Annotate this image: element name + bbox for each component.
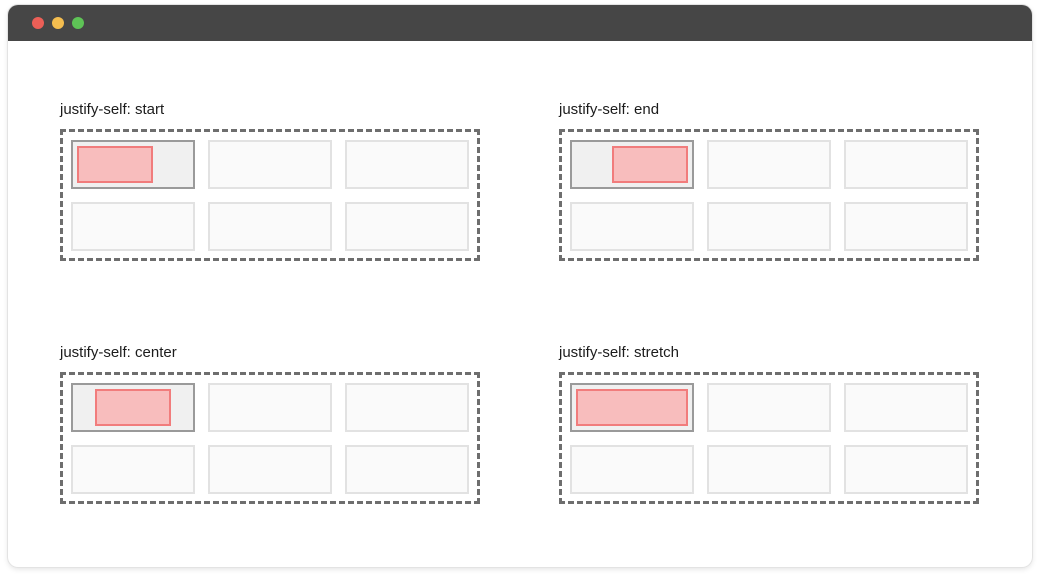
minimize-window-button[interactable] — [52, 17, 64, 29]
title-bar — [8, 5, 1032, 41]
grid-cell — [345, 202, 469, 251]
grid-cell — [208, 383, 332, 432]
grid-cell — [208, 202, 332, 251]
grid-container — [60, 129, 480, 261]
demo-label: justify-self: stretch — [559, 344, 680, 361]
app-window: justify-self: start justify-self: end ju… — [8, 5, 1032, 567]
demo-label: justify-self: center — [60, 344, 177, 361]
grid-cell-active — [71, 140, 195, 189]
grid-container — [559, 129, 979, 261]
grid-cell — [844, 140, 968, 189]
grid-cell — [345, 383, 469, 432]
grid-cell — [707, 140, 831, 189]
grid-item-center — [95, 389, 171, 426]
grid-container — [559, 372, 979, 504]
close-window-button[interactable] — [32, 17, 44, 29]
grid-container — [60, 372, 480, 504]
grid-cell — [844, 445, 968, 494]
grid-cell-active — [570, 383, 694, 432]
grid-cell — [345, 445, 469, 494]
demo-label: justify-self: start — [60, 101, 165, 118]
grid-cell — [208, 140, 332, 189]
grid-item-end — [612, 146, 688, 183]
grid-cell-active — [570, 140, 694, 189]
grid-cell — [345, 140, 469, 189]
grid-cell — [707, 202, 831, 251]
grid-cell-active — [71, 383, 195, 432]
grid-cell — [844, 202, 968, 251]
grid-item-stretch — [576, 389, 688, 426]
grid-cell — [844, 383, 968, 432]
grid-cell — [570, 202, 694, 251]
grid-cell — [570, 445, 694, 494]
demo-label: justify-self: end — [559, 101, 660, 118]
grid-cell — [71, 445, 195, 494]
grid-item-start — [77, 146, 153, 183]
grid-cell — [71, 202, 195, 251]
grid-cell — [208, 445, 332, 494]
grid-cell — [707, 383, 831, 432]
grid-cell — [707, 445, 831, 494]
maximize-window-button[interactable] — [72, 17, 84, 29]
